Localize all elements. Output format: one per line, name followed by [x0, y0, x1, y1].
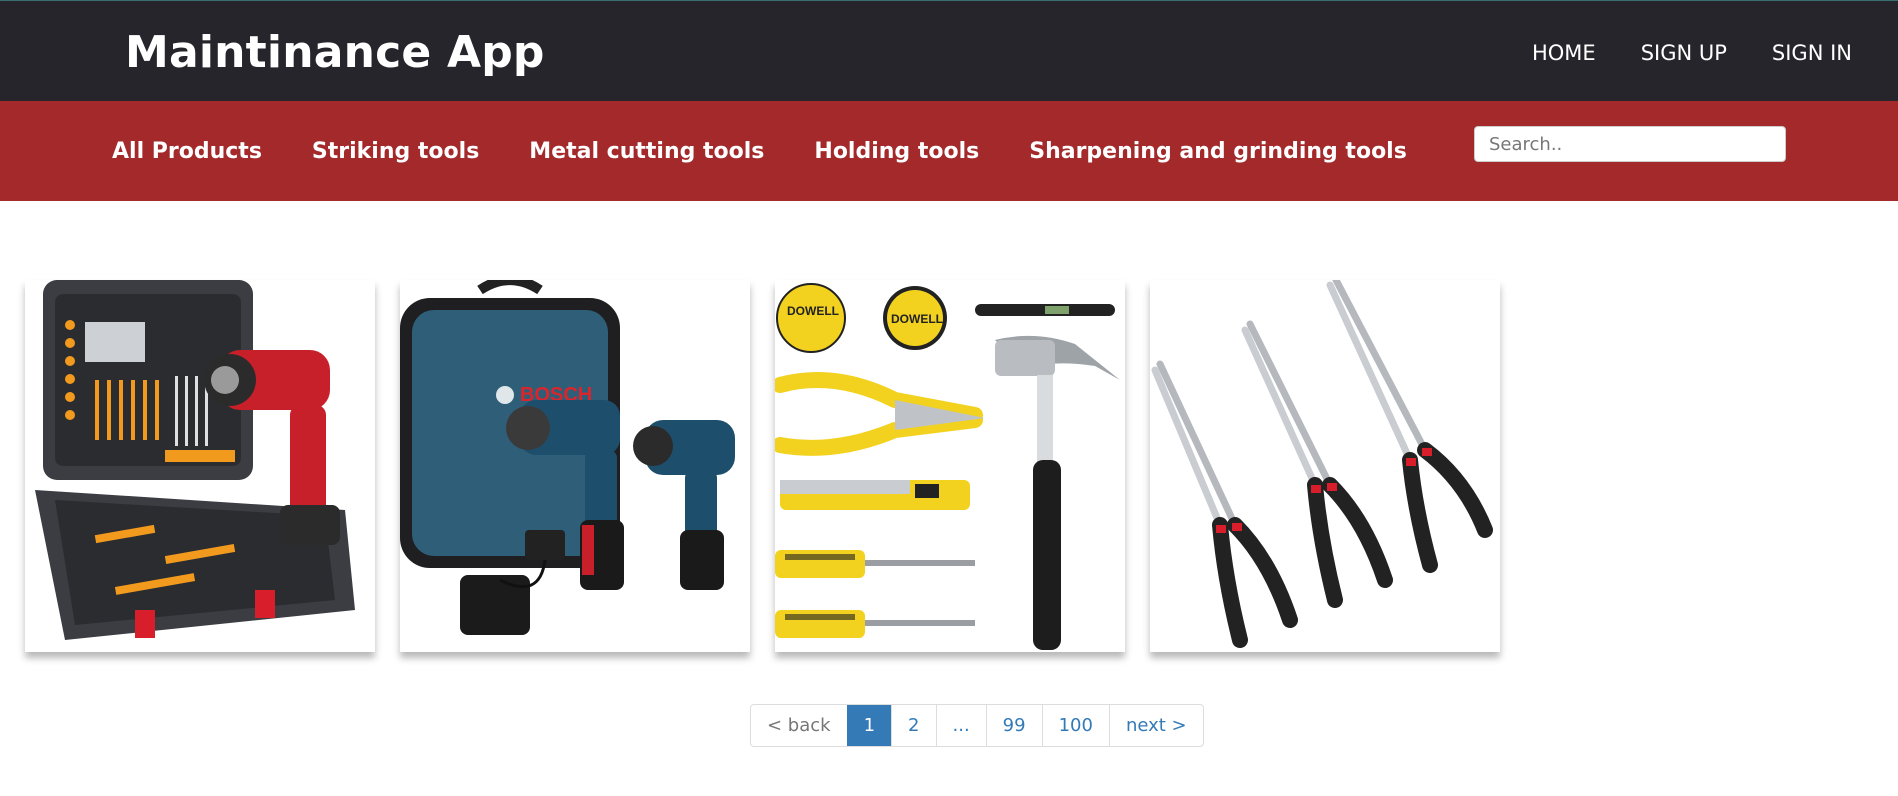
nav-home-link[interactable]: HOME — [1532, 41, 1596, 65]
category-sharpening-grinding-tools[interactable]: Sharpening and grinding tools — [1029, 139, 1407, 164]
pagination-page-1[interactable]: 1 — [846, 705, 892, 746]
product-card-pliers[interactable] — [1150, 280, 1500, 652]
product-card-toolkit[interactable] — [25, 280, 375, 652]
category-striking-tools[interactable]: Striking tools — [312, 139, 479, 164]
bosch-drill-bag-icon: BOSCH — [400, 280, 735, 635]
category-list: All Products Striking tools Metal cuttin… — [112, 139, 1407, 164]
toolkit-case-icon — [35, 280, 355, 640]
long-nose-pliers-icon — [1151, 280, 1493, 648]
top-navbar: Maintinance App HOME SIGN UP SIGN IN — [0, 0, 1898, 101]
dowell-label-2: DOWELL — [891, 312, 943, 326]
pagination-page-100[interactable]: 100 — [1041, 705, 1109, 746]
search-input[interactable] — [1474, 126, 1786, 162]
nav-signin-link[interactable]: SIGN IN — [1772, 41, 1852, 65]
category-holding-tools[interactable]: Holding tools — [814, 139, 979, 164]
pagination-next-button[interactable]: next > — [1108, 705, 1203, 746]
top-nav: HOME SIGN UP SIGN IN — [1532, 41, 1852, 65]
pagination-page-99[interactable]: 99 — [985, 705, 1042, 746]
category-all-products[interactable]: All Products — [112, 139, 262, 164]
pagination-ellipsis[interactable]: ... — [935, 705, 986, 746]
pagination-page-2[interactable]: 2 — [891, 705, 935, 746]
product-card-hand-tools[interactable]: DOWELL DOWELL — [775, 280, 1125, 652]
product-grid: BOSCH DOWELL DOWELL — [25, 280, 1500, 652]
hand-tool-set-icon: DOWELL DOWELL — [775, 283, 1120, 650]
pagination-back-button[interactable]: < back — [751, 705, 847, 746]
dowell-label-1: DOWELL — [787, 304, 839, 318]
pagination: < back 1 2 ... 99 100 next > — [750, 704, 1204, 747]
nav-signup-link[interactable]: SIGN UP — [1641, 41, 1727, 65]
category-metal-cutting-tools[interactable]: Metal cutting tools — [529, 139, 764, 164]
product-card-bosch[interactable]: BOSCH — [400, 280, 750, 652]
brand-title[interactable]: Maintinance App — [125, 27, 545, 78]
